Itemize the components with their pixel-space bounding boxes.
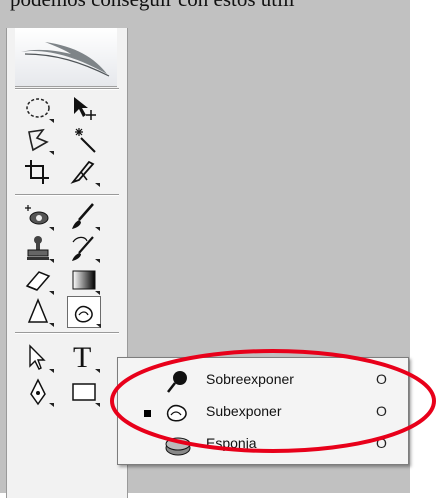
rectangular-marquee-tool[interactable] bbox=[21, 92, 55, 124]
red-highlight-ellipse bbox=[110, 349, 436, 453]
lasso-icon bbox=[28, 128, 54, 155]
pen-icon bbox=[30, 378, 54, 407]
slice-icon bbox=[70, 160, 100, 187]
toolbox-separator bbox=[15, 194, 119, 196]
gradient-icon bbox=[72, 270, 100, 295]
crop-icon bbox=[25, 160, 49, 184]
pen-tool[interactable] bbox=[21, 376, 55, 408]
history-brush-icon bbox=[72, 236, 100, 263]
move-tool[interactable] bbox=[67, 92, 101, 124]
eraser-tool[interactable] bbox=[21, 264, 55, 296]
toolbox-separator bbox=[15, 88, 119, 90]
rectangle-shape-icon bbox=[72, 383, 100, 407]
photoshop-logo[interactable] bbox=[15, 28, 117, 87]
move-icon bbox=[74, 97, 96, 120]
flyout-arrow-icon bbox=[95, 369, 100, 373]
brush-tool[interactable] bbox=[67, 200, 101, 232]
dodge-tool[interactable] bbox=[67, 296, 101, 328]
slice-tool[interactable] bbox=[67, 156, 101, 188]
feather-icon bbox=[21, 42, 110, 77]
blur-icon bbox=[27, 298, 54, 327]
history-brush-tool[interactable] bbox=[67, 232, 101, 264]
type-tool[interactable]: T bbox=[67, 341, 101, 374]
caption-text: podemos conseguir con estos utili bbox=[10, 0, 295, 12]
spot-healing-icon bbox=[25, 205, 54, 231]
blur-tool[interactable] bbox=[21, 296, 55, 328]
eraser-icon bbox=[25, 271, 54, 295]
toolbox-separator bbox=[15, 332, 119, 334]
magic-wand-tool[interactable] bbox=[67, 124, 101, 156]
clone-stamp-tool[interactable] bbox=[21, 232, 55, 264]
rectangle-shape-tool[interactable] bbox=[67, 376, 101, 408]
lasso-tool[interactable] bbox=[21, 124, 55, 156]
magic-wand-icon bbox=[75, 128, 96, 153]
path-selection-tool[interactable] bbox=[21, 342, 55, 374]
clone-stamp-icon bbox=[27, 236, 54, 263]
gradient-tool[interactable] bbox=[67, 264, 101, 296]
path-selection-icon bbox=[29, 344, 54, 373]
crop-tool[interactable] bbox=[21, 156, 55, 188]
spot-healing-tool[interactable] bbox=[21, 200, 55, 232]
rectangular-marquee-icon bbox=[26, 98, 54, 123]
burn-icon bbox=[74, 305, 101, 328]
brush-icon bbox=[72, 203, 100, 231]
